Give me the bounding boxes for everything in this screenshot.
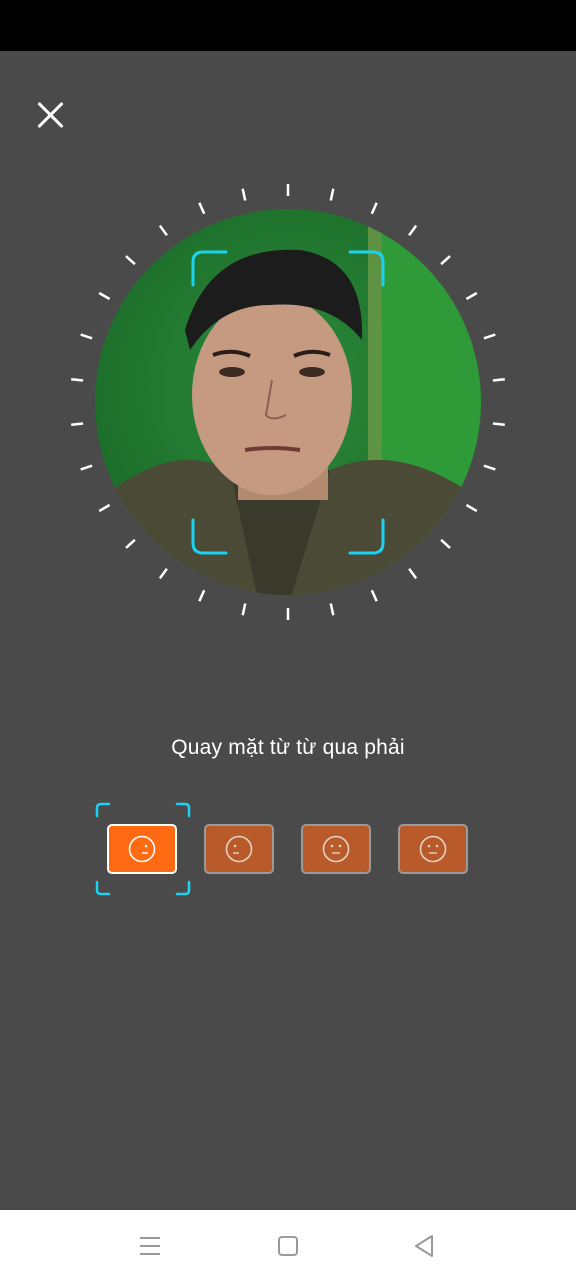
progress-tick <box>440 255 451 266</box>
progress-tick <box>98 291 111 301</box>
menu-icon[interactable] <box>134 1230 166 1262</box>
progress-tick <box>158 567 168 580</box>
progress-tick <box>483 464 496 471</box>
progress-tick <box>408 224 418 237</box>
progress-tick <box>158 224 168 237</box>
progress-tick <box>465 503 478 513</box>
system-nav-bar <box>0 1210 576 1280</box>
progress-tick <box>80 333 93 340</box>
progress-tick <box>198 589 206 602</box>
progress-tick <box>198 202 206 215</box>
face-turn-left-icon <box>225 835 253 863</box>
progress-tick <box>329 603 335 616</box>
face-neutral-icon <box>419 835 447 863</box>
step-4-neutral <box>398 824 468 874</box>
face-neutral-icon <box>322 835 350 863</box>
step-1-turn-right <box>107 824 177 874</box>
progress-tick <box>241 188 247 201</box>
progress-tick <box>370 202 378 215</box>
progress-tick <box>440 538 451 549</box>
back-icon[interactable] <box>408 1230 440 1262</box>
progress-tick <box>241 603 247 616</box>
instruction-text: Quay mặt từ từ qua phải <box>171 736 405 759</box>
face-turn-right-icon <box>128 835 156 863</box>
progress-tick <box>408 567 418 580</box>
progress-tick <box>329 188 335 201</box>
progress-tick <box>483 333 496 340</box>
step-2-turn-left <box>204 824 274 874</box>
progress-tick <box>492 422 505 427</box>
progress-tick <box>125 255 136 266</box>
progress-tick <box>492 377 505 382</box>
face-video <box>95 209 481 595</box>
home-icon[interactable] <box>272 1230 304 1262</box>
progress-tick <box>71 422 84 427</box>
progress-tick <box>80 464 93 471</box>
step-3-neutral <box>301 824 371 874</box>
progress-tick <box>370 589 378 602</box>
progress-tick <box>98 503 111 513</box>
progress-tick <box>125 538 136 549</box>
progress-tick <box>71 377 84 382</box>
camera-preview <box>71 184 505 620</box>
progress-tick <box>465 291 478 301</box>
